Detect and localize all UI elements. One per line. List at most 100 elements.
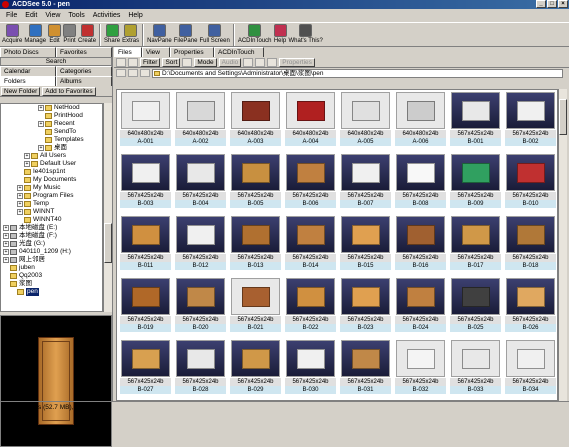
refresh-icon[interactable] (128, 57, 138, 67)
sort-dropdown[interactable]: Sort (162, 57, 181, 67)
menu-file[interactable]: File (2, 12, 21, 19)
tab-view[interactable]: View (142, 47, 170, 57)
close-button[interactable]: × (558, 0, 568, 8)
thumbnail-item[interactable]: 567x425x24b B-027 (120, 340, 171, 400)
menu-view[interactable]: View (41, 12, 64, 19)
tree-item[interactable]: Qq2003 (1, 272, 102, 280)
thumbnail-item[interactable]: 567x425x24b B-024 (395, 278, 446, 340)
thumbnail-item[interactable]: 567x425x24b B-011 (120, 216, 171, 278)
tree-item[interactable]: My Documents (1, 176, 102, 184)
tab-photo-discs[interactable]: Photo Discs (0, 47, 56, 57)
thumbnail-item[interactable]: 567x425x24b B-022 (285, 278, 336, 340)
tree-item[interactable]: + Default User (1, 160, 102, 168)
history-icon[interactable] (140, 69, 150, 77)
thumbnail-grid[interactable]: 640x480x24b A-001 640x480x24b A-002 640x480x… (116, 89, 558, 401)
thumbnail-item[interactable]: 567x425x24b B-033 (450, 340, 501, 400)
thumbnail-item[interactable]: 567x425x24b B-030 (285, 340, 336, 400)
toolbar-full-screen-button[interactable]: Full Screen (199, 23, 230, 47)
thumbnail-item[interactable]: 567x425x24b B-005 (230, 154, 281, 216)
thumbnail-item[interactable]: 640x480x24b A-003 (230, 92, 281, 154)
tree-item[interactable]: + 光盘 (G:) (1, 240, 102, 248)
tree-item[interactable]: + WINNT (1, 208, 102, 216)
tab-albums[interactable]: Albums (56, 76, 112, 86)
search-tab[interactable]: Search (0, 57, 112, 66)
minimize-button[interactable]: _ (536, 0, 546, 8)
tab-acdintouch[interactable]: ACDInTouch (214, 47, 264, 57)
tree-item[interactable]: juben (1, 264, 102, 272)
thumbnail-item[interactable]: 567x425x24b B-020 (175, 278, 226, 340)
thumbnail-item[interactable]: 640x480x24b A-001 (120, 92, 171, 154)
thumbnail-scroll-thumb[interactable] (559, 99, 567, 135)
expand-icon[interactable]: + (38, 145, 44, 151)
tree-item[interactable]: SendTo (1, 128, 102, 136)
toolbar-what-s-this-button[interactable]: What's This? (289, 23, 323, 47)
expand-icon[interactable]: + (24, 153, 30, 159)
folder-tree[interactable]: + NetHood PrintHood + Recent SendTo Templates +… (0, 103, 103, 312)
toolbar-filepane-button[interactable]: FilePane (174, 23, 197, 47)
forward-icon[interactable] (128, 69, 138, 77)
path-field[interactable]: D:\Documents and Settings\Administrator\… (152, 68, 563, 78)
thumbnail-item[interactable]: 640x480x24b A-006 (395, 92, 446, 154)
expand-icon[interactable]: + (3, 241, 9, 247)
up-folder-icon[interactable] (116, 57, 126, 67)
filter-dropdown[interactable]: Filter (140, 57, 161, 67)
thumbnail-item[interactable]: 567x425x24b B-028 (175, 340, 226, 400)
audio-button[interactable]: Audio (218, 57, 242, 67)
expand-icon[interactable]: + (3, 233, 9, 239)
expand-icon[interactable]: + (17, 201, 23, 207)
mode-dropdown[interactable]: Mode (194, 57, 217, 67)
tab-properties[interactable]: Properties (170, 47, 214, 57)
tree-item[interactable]: WINNT40 (1, 216, 102, 224)
tab-favorites[interactable]: Favorites (56, 47, 112, 57)
tree-item[interactable]: + 本地磁盘 (E:) (1, 224, 102, 232)
thumbnail-item[interactable]: 567x425x24b B-016 (395, 216, 446, 278)
thumbnail-item[interactable]: 567x425x24b B-014 (285, 216, 336, 278)
expand-icon[interactable]: + (17, 185, 23, 191)
thumbnail-item[interactable]: 567x425x24b B-025 (450, 278, 501, 340)
thumbnail-item[interactable]: 640x480x24b A-004 (285, 92, 336, 154)
tab-files[interactable]: Files (114, 47, 142, 57)
tree-item[interactable]: + Temp (1, 200, 102, 208)
toolbar-share-button[interactable]: Share (104, 23, 120, 47)
thumbnail-item[interactable]: 567x425x24b B-031 (340, 340, 391, 400)
thumbnail-item[interactable]: 567x425x24b B-010 (505, 154, 556, 216)
toolbar-acquire-button[interactable]: Acquire (2, 23, 22, 47)
expand-icon[interactable]: + (3, 225, 9, 231)
tree-item[interactable]: PrintHood (1, 112, 102, 120)
menu-activities[interactable]: Activities (89, 12, 125, 19)
thumbnail-item[interactable]: 567x425x24b B-015 (340, 216, 391, 278)
tab-folders[interactable]: Folders (0, 76, 56, 86)
tab-categories[interactable]: Categories (56, 66, 112, 76)
expand-icon[interactable]: + (24, 161, 30, 167)
thumbnail-item[interactable]: 640x480x24b A-002 (175, 92, 226, 154)
thumbnail-item[interactable]: 567x425x24b B-007 (340, 154, 391, 216)
tree-item[interactable]: Templates (1, 136, 102, 144)
thumbnail-item[interactable]: 567x425x24b B-032 (395, 340, 446, 400)
tree-item[interactable]: + 网上邻居 (1, 256, 102, 264)
thumbnail-item[interactable]: 567x425x24b B-012 (175, 216, 226, 278)
expand-icon[interactable]: + (3, 249, 9, 255)
properties-button[interactable]: Properties (279, 57, 315, 67)
menu-help[interactable]: Help (124, 12, 146, 19)
thumbnail-item[interactable]: 567x425x24b B-004 (175, 154, 226, 216)
toolbar-edit-button[interactable]: Edit (48, 23, 62, 47)
tree-item[interactable]: + 本地磁盘 (F:) (1, 232, 102, 240)
thumbnail-scrollbar[interactable] (558, 89, 567, 401)
thumbnail-item[interactable]: 567x425x24b B-003 (120, 154, 171, 216)
thumbnail-item[interactable]: 567x425x24b B-021 (230, 278, 281, 340)
delete-icon[interactable] (267, 57, 278, 67)
thumbnail-item[interactable]: 567x425x24b B-026 (505, 278, 556, 340)
menu-tools[interactable]: Tools (64, 12, 88, 19)
tree-item[interactable]: + Recent (1, 120, 102, 128)
thumbnail-item[interactable]: 567x425x24b B-029 (230, 340, 281, 400)
tree-item[interactable]: + NetHood (1, 104, 102, 112)
toolbar-help-button[interactable]: Help (273, 23, 287, 47)
tree-item[interactable]: pen (1, 288, 102, 296)
expand-icon[interactable]: + (38, 121, 44, 127)
menu-edit[interactable]: Edit (21, 12, 41, 19)
thumbnail-item[interactable]: 567x425x24b B-023 (340, 278, 391, 340)
expand-icon[interactable]: + (38, 105, 44, 111)
thumbnail-item[interactable]: 567x425x24b B-018 (505, 216, 556, 278)
thumbnail-item[interactable]: 567x425x24b B-013 (230, 216, 281, 278)
add-to-favorites-button[interactable]: Add to Favorites (42, 86, 96, 96)
